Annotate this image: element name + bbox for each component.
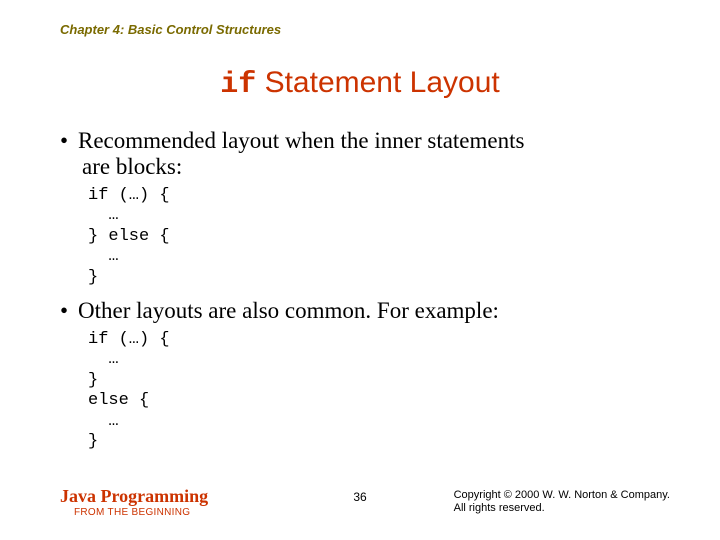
copyright-line-1: Copyright © 2000 W. W. Norton & Company.	[454, 489, 670, 503]
copyright-line-2: All rights reserved.	[454, 502, 670, 516]
bullet-dot: •	[60, 298, 78, 324]
code-block-2: if (…) { … } else { … }	[88, 330, 680, 452]
bullet-1-line1: Recommended layout when the inner statem…	[78, 128, 524, 153]
bullet-1-line2: are blocks:	[60, 154, 680, 180]
title-code: if	[220, 68, 256, 102]
bullet-1: •Recommended layout when the inner state…	[60, 128, 680, 180]
slide-content: •Recommended layout when the inner state…	[60, 128, 680, 462]
bullet-dot: •	[60, 128, 78, 154]
chapter-header: Chapter 4: Basic Control Structures	[60, 22, 281, 37]
title-rest: Statement Layout	[256, 66, 500, 99]
slide-title: if Statement Layout	[0, 66, 720, 102]
bullet-2: •Other layouts are also common. For exam…	[60, 298, 680, 324]
bullet-2-text: Other layouts are also common. For examp…	[78, 298, 499, 323]
code-block-1: if (…) { … } else { … }	[88, 186, 680, 288]
footer-copyright: Copyright © 2000 W. W. Norton & Company.…	[454, 489, 670, 517]
footer-brand-subtitle: FROM THE BEGINNING	[74, 507, 208, 518]
